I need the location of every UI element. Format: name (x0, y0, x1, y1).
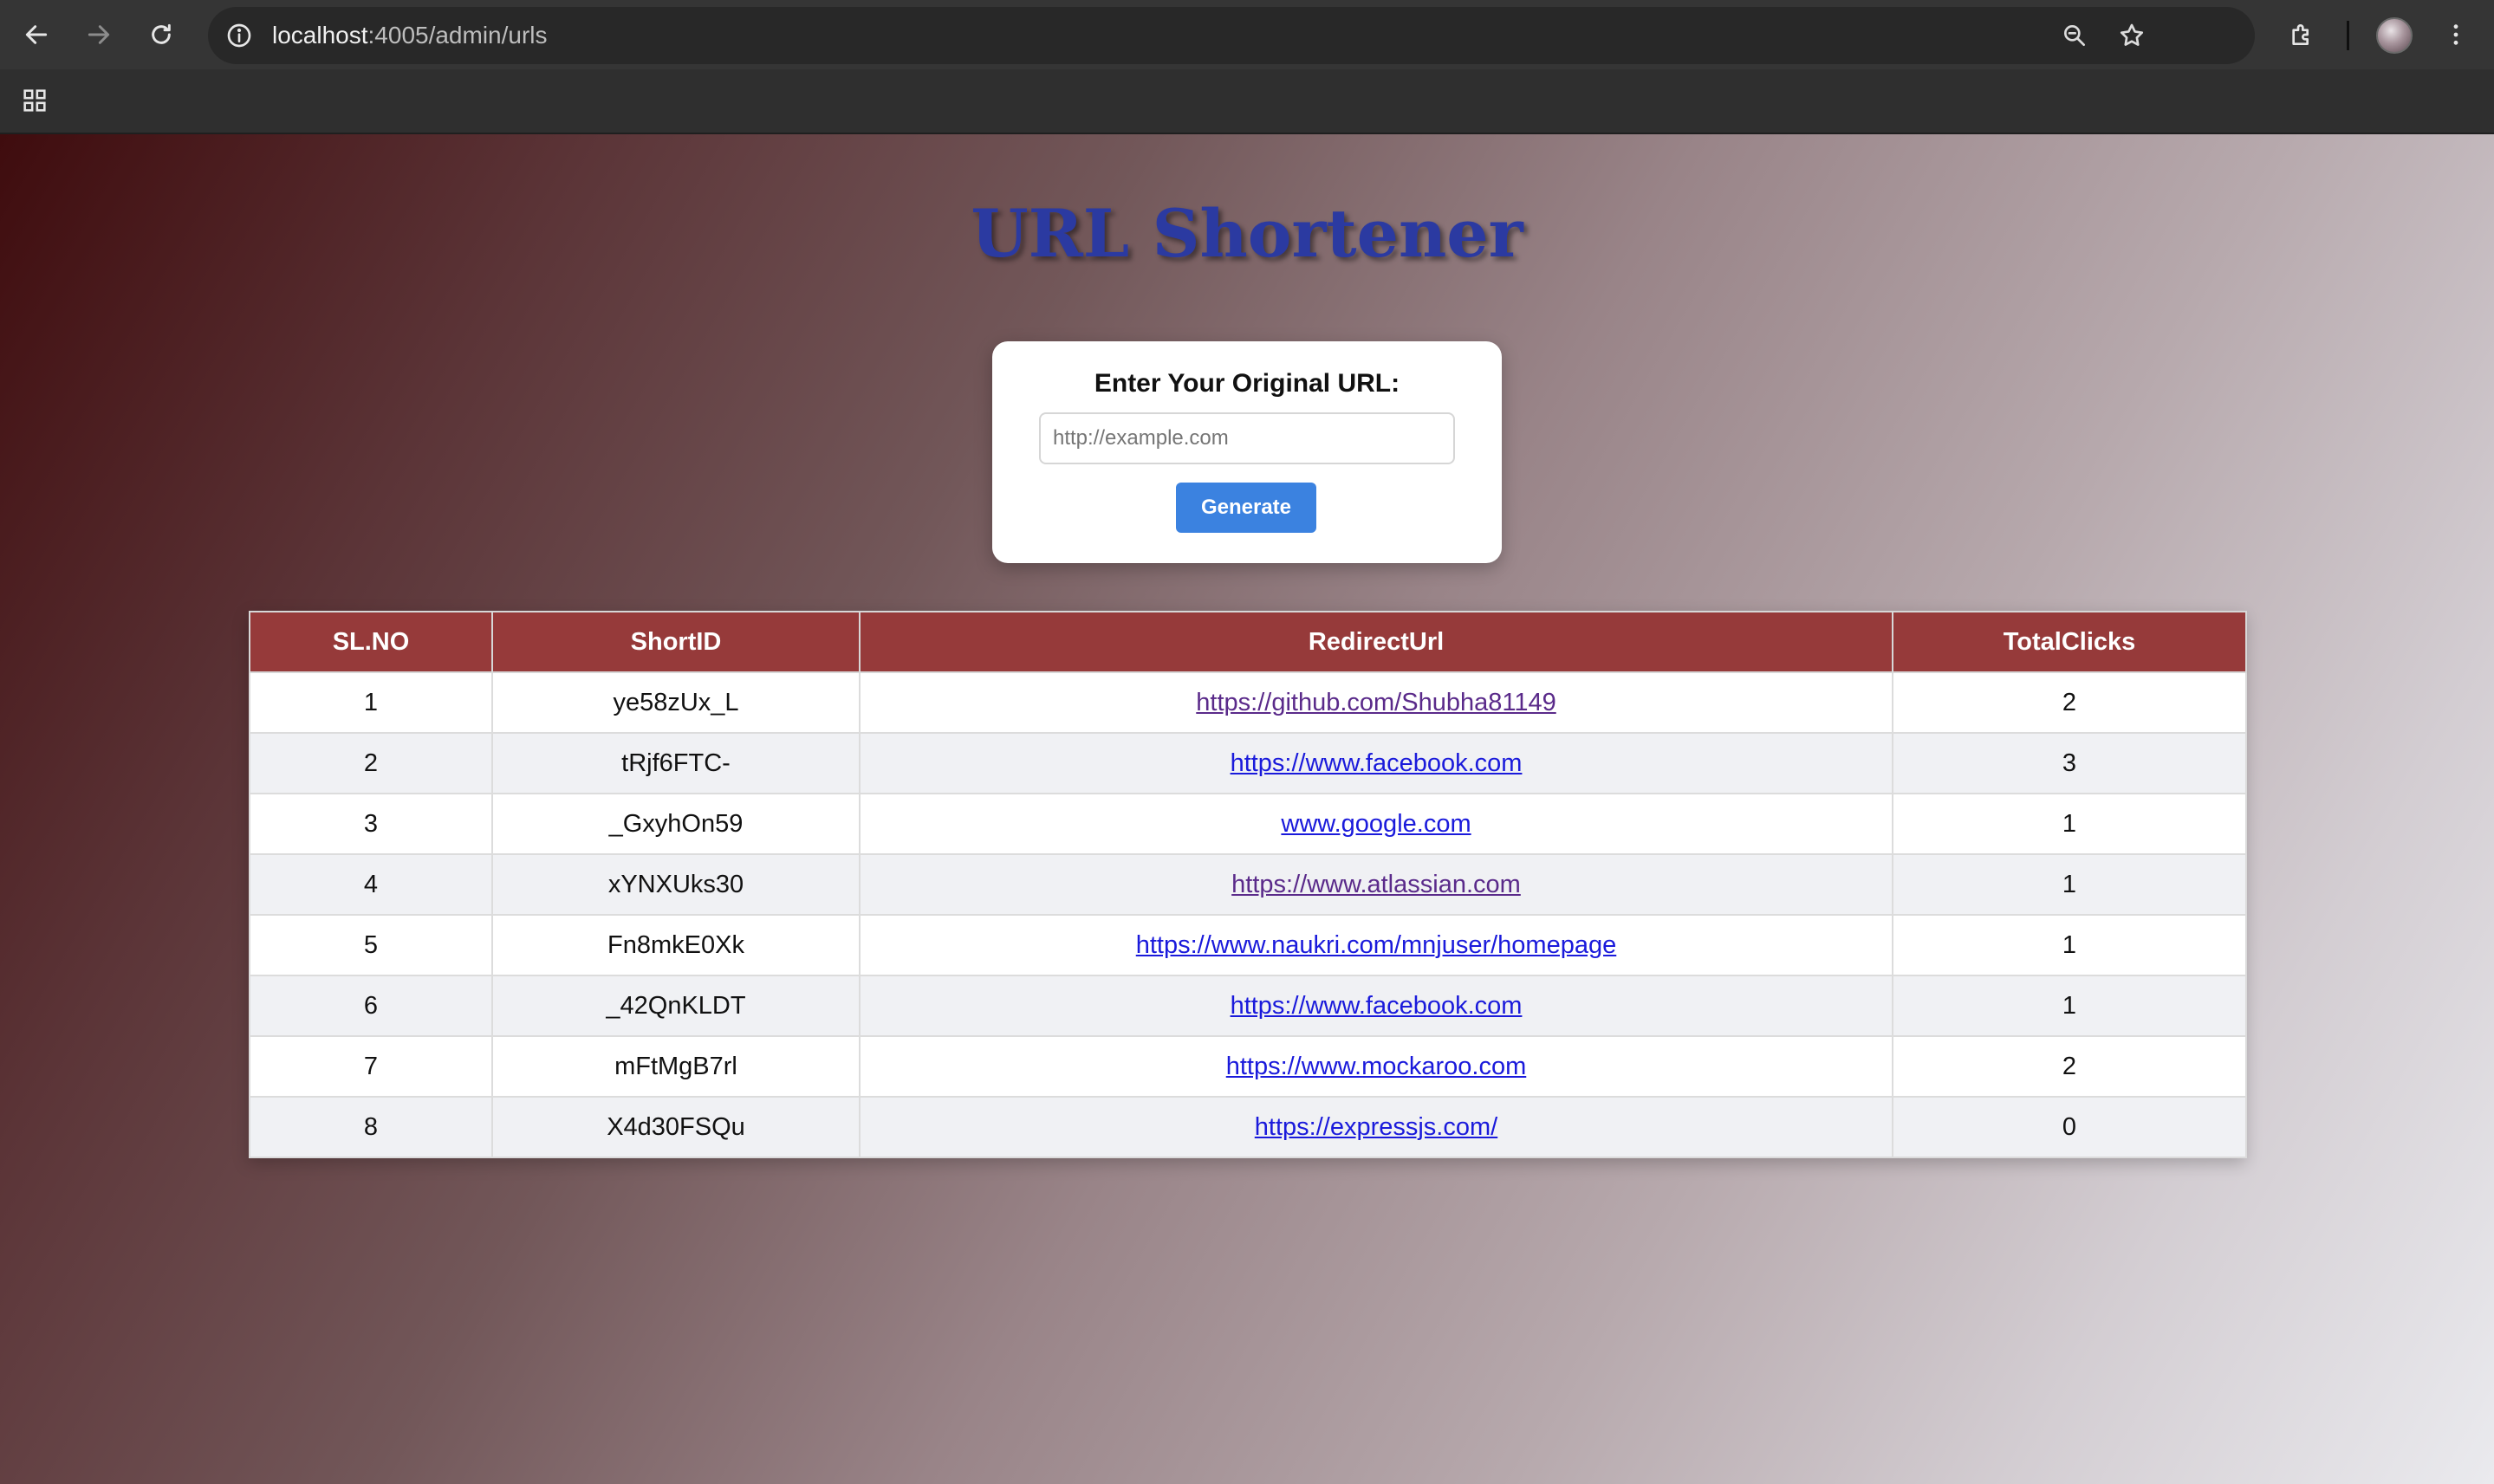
bookmark-star-icon[interactable] (2114, 18, 2149, 53)
cell-total-clicks: 2 (1892, 1035, 2247, 1098)
cell-short-id: ye58zUx_L (491, 671, 861, 734)
cell-total-clicks: 3 (1892, 732, 2247, 794)
toolbar-divider (2347, 21, 2349, 50)
browser-toolbar: localhost:4005/admin/urls (0, 0, 2494, 69)
cell-sl-no: 2 (249, 732, 493, 794)
cell-short-id: xYNXUks30 (491, 853, 861, 916)
zoom-icon[interactable] (2057, 18, 2092, 53)
cell-sl-no: 3 (249, 793, 493, 855)
cell-short-id: tRjf6FTC- (491, 732, 861, 794)
cell-short-id: Fn8mkE0Xk (491, 914, 861, 976)
page-title: URL Shortener (971, 195, 1523, 272)
redirect-link[interactable]: https://www.naukri.com/mnjuser/homepage (1136, 931, 1616, 959)
extensions-icon[interactable] (2283, 16, 2321, 54)
profile-avatar[interactable] (2376, 17, 2413, 54)
cell-total-clicks: 0 (1892, 1096, 2247, 1158)
cell-total-clicks: 1 (1892, 975, 2247, 1037)
back-arrow-icon[interactable] (17, 16, 55, 54)
browser-chrome: localhost:4005/admin/urls (0, 0, 2494, 134)
table-row: 6 _42QnKLDT https://www.facebook.com 1 (249, 975, 2247, 1037)
cell-short-id: X4d30FSQu (491, 1096, 861, 1158)
cell-redirect-url: https://github.com/Shubha81149 (859, 671, 1893, 734)
table-row: 4 xYNXUks30 https://www.atlassian.com 1 (249, 853, 2247, 916)
cell-total-clicks: 1 (1892, 793, 2247, 855)
cell-sl-no: 5 (249, 914, 493, 976)
table-row: 1 ye58zUx_L https://github.com/Shubha811… (249, 671, 2247, 734)
page-content: URL Shortener Enter Your Original URL: G… (0, 134, 2494, 1484)
urls-table: SL.NO ShortID RedirectUrl TotalClicks 1 … (249, 611, 2247, 1158)
cell-sl-no: 6 (249, 975, 493, 1037)
cell-sl-no: 1 (249, 671, 493, 734)
redirect-link[interactable]: https://www.facebook.com (1231, 992, 1523, 1020)
url-host: localhost (272, 22, 368, 49)
table-header-row: SL.NO ShortID RedirectUrl TotalClicks (249, 611, 2247, 673)
redirect-link[interactable]: https://expressjs.com/ (1255, 1113, 1497, 1141)
cell-sl-no: 8 (249, 1096, 493, 1158)
cell-total-clicks: 1 (1892, 853, 2247, 916)
info-icon[interactable] (222, 18, 257, 53)
column-header-short-id: ShortID (491, 611, 861, 673)
cell-total-clicks: 1 (1892, 914, 2247, 976)
cell-short-id: _GxyhOn59 (491, 793, 861, 855)
cell-sl-no: 7 (249, 1035, 493, 1098)
table-row: 8 X4d30FSQu https://expressjs.com/ 0 (249, 1096, 2247, 1158)
column-header-total-clicks: TotalClicks (1892, 611, 2247, 673)
table-row: 5 Fn8mkE0Xk https://www.naukri.com/mnjus… (249, 914, 2247, 976)
redirect-link[interactable]: https://www.facebook.com (1231, 749, 1523, 777)
cell-sl-no: 4 (249, 853, 493, 916)
cell-redirect-url: www.google.com (859, 793, 1893, 855)
column-header-sl-no: SL.NO (249, 611, 493, 673)
address-url: localhost:4005/admin/urls (272, 7, 548, 64)
generate-button[interactable]: Generate (1176, 483, 1316, 533)
redirect-link[interactable]: https://github.com/Shubha81149 (1196, 689, 1556, 716)
cell-redirect-url: https://www.facebook.com (859, 975, 1893, 1037)
table-row: 3 _GxyhOn59 www.google.com 1 (249, 793, 2247, 855)
cell-total-clicks: 2 (1892, 671, 2247, 734)
original-url-input[interactable] (1039, 412, 1455, 464)
urls-table-wrapper: SL.NO ShortID RedirectUrl TotalClicks 1 … (249, 611, 2247, 1158)
url-input-label: Enter Your Original URL: (1094, 369, 1400, 398)
apps-grid-icon[interactable] (17, 83, 52, 118)
cell-short-id: mFtMgB7rl (491, 1035, 861, 1098)
column-header-redirect-url: RedirectUrl (859, 611, 1893, 673)
cell-redirect-url: https://www.mockaroo.com (859, 1035, 1893, 1098)
table-row: 7 mFtMgB7rl https://www.mockaroo.com 2 (249, 1035, 2247, 1098)
kebab-menu-icon[interactable] (2437, 16, 2475, 54)
cell-redirect-url: https://www.naukri.com/mnjuser/homepage (859, 914, 1893, 976)
table-row: 2 tRjf6FTC- https://www.facebook.com 3 (249, 732, 2247, 794)
forward-arrow-icon[interactable] (80, 16, 118, 54)
cell-short-id: _42QnKLDT (491, 975, 861, 1037)
redirect-link[interactable]: www.google.com (1281, 810, 1471, 838)
redirect-link[interactable]: https://www.atlassian.com (1231, 871, 1521, 898)
redirect-link[interactable]: https://www.mockaroo.com (1226, 1053, 1527, 1080)
cell-redirect-url: https://expressjs.com/ (859, 1096, 1893, 1158)
cell-redirect-url: https://www.atlassian.com (859, 853, 1893, 916)
bookmarks-bar (0, 69, 2494, 134)
address-bar[interactable]: localhost:4005/admin/urls (208, 7, 2255, 64)
reload-icon[interactable] (142, 16, 180, 54)
url-path: :4005/admin/urls (367, 22, 548, 49)
cell-redirect-url: https://www.facebook.com (859, 732, 1893, 794)
